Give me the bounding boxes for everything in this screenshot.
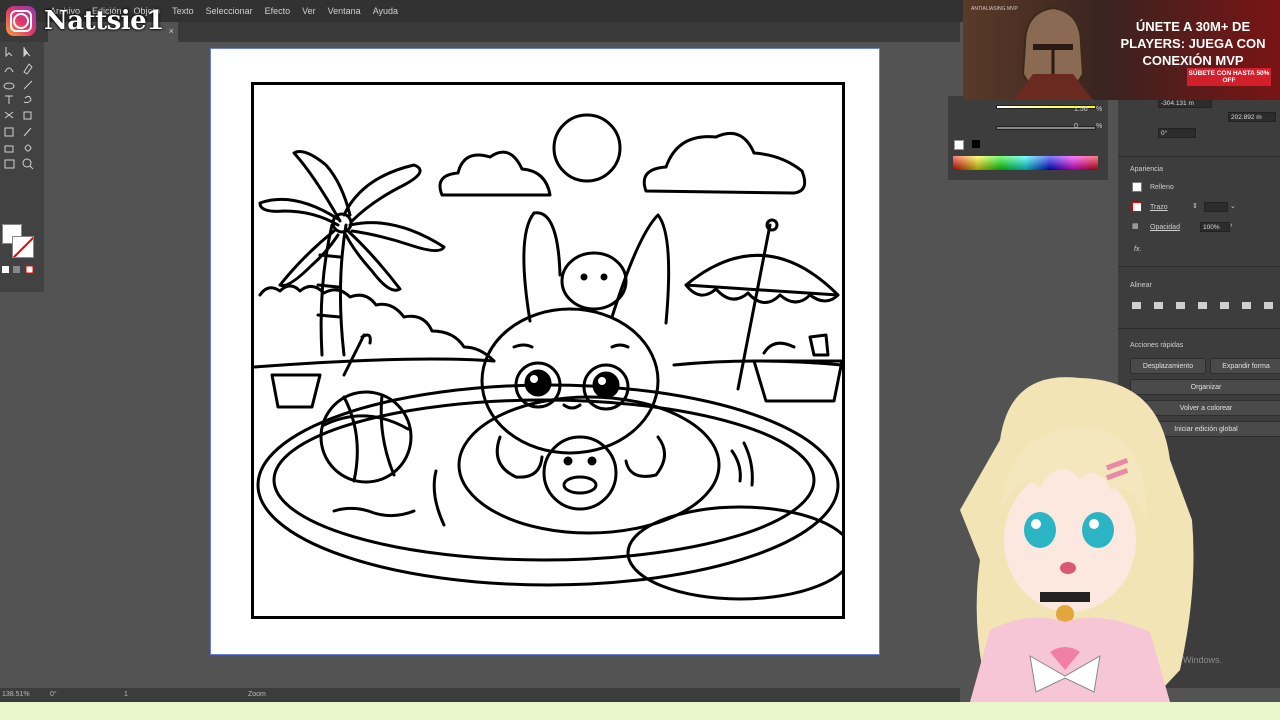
- opacity-field[interactable]: 100%: [1200, 222, 1230, 232]
- scissors-tool-icon: [4, 111, 14, 119]
- cloud-left: [438, 150, 552, 197]
- align-right-icon: [1176, 302, 1185, 309]
- color-slider-2[interactable]: [996, 126, 1096, 130]
- quick-actions-title: Acciones rápidas: [1130, 342, 1184, 349]
- menu-texto[interactable]: Texto: [166, 6, 200, 16]
- chevron-right-icon[interactable]: ›: [1230, 222, 1232, 229]
- bushes-line: [258, 284, 496, 363]
- bunny-beach-illustration: [252, 113, 854, 601]
- menu-seleccionar[interactable]: Seleccionar: [200, 6, 259, 16]
- water-ripple: [332, 506, 416, 518]
- blend-tool-icon: [24, 144, 32, 152]
- stroke-swatch[interactable]: [12, 236, 34, 258]
- align-buttons[interactable]: [1132, 300, 1278, 312]
- align-top-icon: [1198, 302, 1207, 309]
- zoom-level[interactable]: 138.51%: [2, 691, 30, 698]
- artboard-tool-icon: [4, 159, 15, 169]
- scale-tool-icon: [23, 111, 32, 120]
- black-swatch[interactable]: [972, 140, 980, 148]
- color-value-2[interactable]: 0: [1074, 123, 1078, 130]
- zoom-tool-icon: [22, 158, 32, 168]
- cloud-right: [642, 132, 807, 195]
- tools-panel: [0, 42, 44, 303]
- vtuber-avatar: [960, 377, 1194, 702]
- fx-icon[interactable]: fx.: [1134, 246, 1141, 253]
- pen-tool-icon: [23, 63, 33, 75]
- w-field[interactable]: 202.892 m: [1228, 112, 1276, 122]
- chevron-down-icon[interactable]: ⌄: [1230, 202, 1236, 210]
- artboard[interactable]: [210, 48, 880, 655]
- stroke-weight-stepper[interactable]: ⇕: [1192, 202, 1198, 210]
- shovel: [342, 333, 372, 377]
- stroke-label[interactable]: Trazo: [1150, 204, 1168, 211]
- sand-bucket: [270, 373, 322, 409]
- color-value-1[interactable]: 1.56: [1074, 106, 1088, 113]
- menu-ventana[interactable]: Ventana: [322, 6, 367, 16]
- knight-helmet-image: [1013, 6, 1093, 100]
- pencil-tool-icon: [23, 80, 33, 90]
- distribute-icon: [1264, 302, 1273, 309]
- color-pct-2: %: [1096, 123, 1103, 130]
- beach-ball: [319, 390, 413, 484]
- align-vcenter-icon: [1220, 302, 1229, 309]
- current-tool-name: Zoom: [248, 691, 266, 698]
- opacity-label[interactable]: Opacidad: [1150, 224, 1180, 231]
- align-bottom-icon: [1242, 302, 1251, 309]
- sun-shape: [552, 113, 622, 183]
- bunny-ear-right: [610, 213, 671, 325]
- chick-on-head: [560, 251, 628, 311]
- align-title: Alinear: [1130, 282, 1152, 289]
- eyedropper-tool-icon: [23, 127, 32, 137]
- bunny-paw-right: [624, 435, 666, 478]
- fill-label[interactable]: Relleno: [1150, 184, 1174, 191]
- stream-bottom-bar: [0, 702, 1280, 720]
- ad-small-text: ANTIALIASING MVP: [971, 6, 1018, 12]
- picnic-basket: [752, 359, 844, 403]
- duck: [542, 435, 618, 511]
- status-bar: 138.51% 0° 1 Zoom: [0, 688, 960, 702]
- ad-banner[interactable]: ANTIALIASING MVP ÚNETE A 30M+ DE PLAYERS…: [963, 0, 1280, 100]
- bunny-ear-left: [522, 211, 562, 323]
- type-tool-icon: [5, 95, 13, 104]
- menu-ver[interactable]: Ver: [296, 6, 322, 16]
- magic-wand-tool-icon: [4, 67, 14, 73]
- artboard-number[interactable]: 1: [124, 691, 128, 698]
- draw-behind-icon: [13, 266, 20, 273]
- stroke-color-swatch[interactable]: [1132, 202, 1142, 212]
- angle-field[interactable]: 0°: [1158, 128, 1196, 138]
- streamer-name: Nattsie1: [44, 6, 164, 36]
- free-transform-tool-icon: [4, 127, 14, 137]
- stroke-weight-field[interactable]: [1204, 202, 1228, 212]
- palm-leaf-2: [342, 163, 422, 223]
- menu-ayuda[interactable]: Ayuda: [367, 6, 404, 16]
- menu-efecto[interactable]: Efecto: [259, 6, 297, 16]
- appearance-title: Apariencia: [1130, 166, 1164, 173]
- fill-color-swatch[interactable]: [1132, 182, 1142, 192]
- align-hcenter-icon: [1154, 302, 1163, 309]
- bunny-mouth: [562, 403, 582, 410]
- color-spectrum[interactable]: [953, 156, 1098, 170]
- color-pct-1: %: [1096, 106, 1103, 113]
- none-color-swatch[interactable]: [954, 140, 964, 150]
- rotation-angle[interactable]: 0°: [50, 691, 57, 698]
- direct-selection-tool-icon: [23, 47, 31, 58]
- bunny-paw-left: [495, 435, 544, 479]
- tab-close-icon[interactable]: ×: [169, 26, 174, 36]
- ad-cta-button[interactable]: SÚBETE CON HASTA 50% OFF: [1187, 68, 1271, 86]
- opacity-icon: ▦: [1132, 223, 1139, 230]
- gradient-tool-icon: [4, 145, 14, 153]
- palm-leaf-3: [258, 197, 340, 227]
- align-left-icon: [1132, 302, 1141, 309]
- draw-normal-icon: [2, 266, 9, 273]
- selection-tool-icon: [5, 47, 13, 58]
- ellipse-tool-icon: [3, 82, 15, 90]
- expand-shape-button[interactable]: Expandir forma: [1210, 358, 1280, 374]
- illustration-frame: [251, 82, 854, 619]
- instagram-icon: [6, 6, 36, 36]
- rotate-tool-icon: [23, 95, 32, 104]
- draw-inside-icon: [25, 265, 34, 274]
- bunny-head: [480, 307, 660, 455]
- ad-headline: ÚNETE A 30M+ DE PLAYERS: JUEGA CON CONEX…: [1120, 19, 1266, 68]
- streamer-brand: Nattsie1: [6, 6, 164, 36]
